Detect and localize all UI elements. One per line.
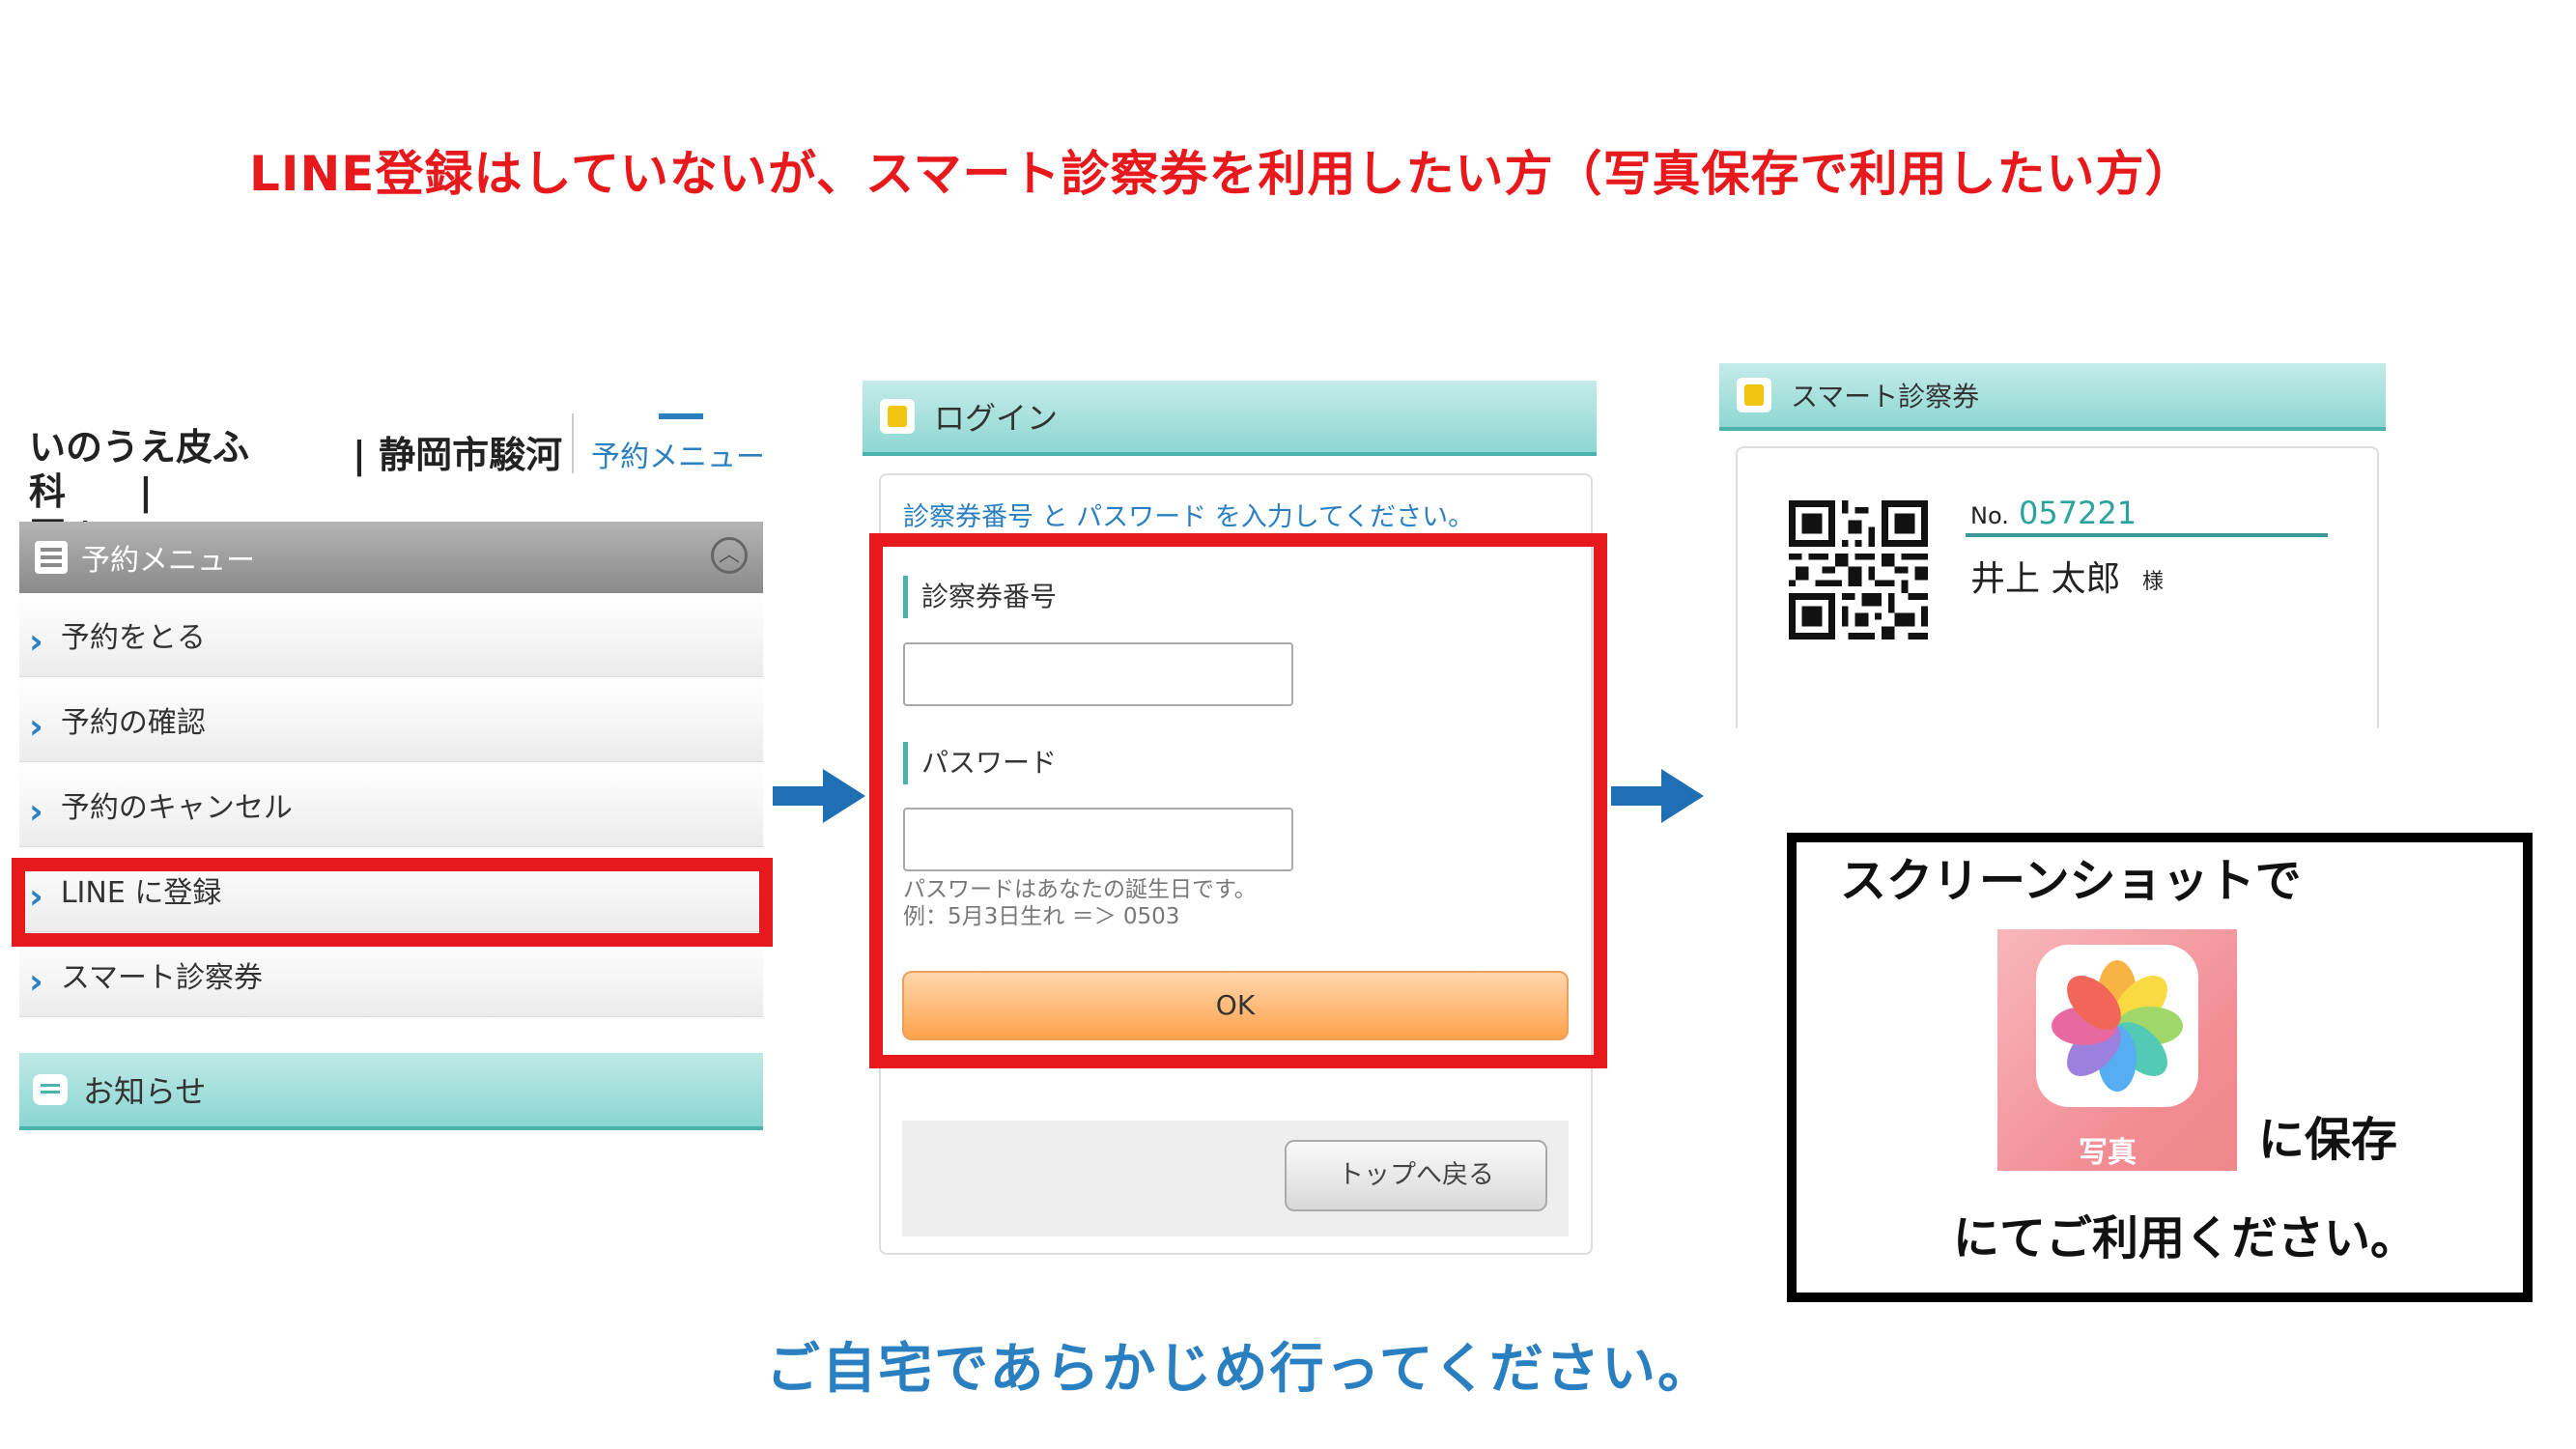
menu-item-cancel-reservation[interactable]: › 予約のキャンセル	[19, 763, 763, 847]
cube-icon	[1737, 378, 1771, 412]
reservation-menu-link[interactable]: 予約メニュー	[591, 433, 765, 475]
chevron-right-icon: ›	[29, 621, 43, 662]
screenshot-instruction: スクリーンショットで	[1840, 854, 2302, 908]
usage-instruction: にてご利用ください。	[1953, 1211, 2418, 1265]
save-to-photos-text: に保存	[2258, 1113, 2398, 1167]
smart-card-header: スマート診察券	[1719, 363, 2386, 431]
cube-icon	[880, 399, 915, 434]
news-header[interactable]: お知らせ	[19, 1053, 763, 1130]
list-icon	[35, 541, 68, 574]
login-instruction: 診察券番号 と パスワード を入力してください。	[903, 502, 1475, 532]
patient-honorific: 様	[2142, 570, 2165, 594]
clinic-name-line1: いのうえ皮ふ科 |	[29, 426, 250, 513]
photos-app-label: 写真	[2079, 1136, 2137, 1170]
smart-card-title: スマート診察券	[1791, 381, 1980, 412]
photos-flower-icon	[2052, 960, 2183, 1092]
chevron-right-icon: ›	[29, 791, 43, 832]
menu-item-make-reservation[interactable]: › 予約をとる	[19, 593, 763, 677]
chevron-right-icon: ›	[29, 706, 43, 747]
card-number-value: 057221	[2019, 495, 2137, 531]
bottom-note: ご自宅であらかじめ行ってください。	[766, 1338, 1713, 1401]
chevron-right-icon: ›	[29, 961, 43, 1002]
reservation-menu-header[interactable]: 予約メニュー ︿	[19, 522, 763, 593]
menu-item-label: スマート診察券	[60, 961, 263, 995]
menu-item-label: 予約のキャンセル	[60, 791, 293, 825]
line-register-highlight	[12, 858, 773, 947]
menu-item-check-reservation[interactable]: › 予約の確認	[19, 678, 763, 762]
patient-name: 井上 太郎	[1970, 559, 2121, 599]
reservation-menu-title: 予約メニュー	[81, 544, 255, 578]
back-to-top-button[interactable]: トップへ戻る	[1285, 1140, 1547, 1211]
photos-app-icon	[2036, 945, 2198, 1107]
card-divider	[1966, 533, 2328, 537]
collapse-icon[interactable]: ︿	[711, 537, 748, 574]
card-number-prefix: No.	[1970, 502, 2009, 529]
page-heading: LINE登録はしていないが、スマート診察券を利用したい方（写真保存で利用したい方…	[249, 146, 2194, 202]
menu-item-label: 予約をとる	[60, 621, 206, 655]
login-header: ログイン	[863, 381, 1597, 456]
login-form-highlight	[869, 533, 1607, 1068]
login-title: ログイン	[934, 400, 1059, 437]
qr-code-icon	[1789, 500, 1928, 639]
menu-item-label: 予約の確認	[60, 706, 206, 740]
menu-indicator-bar	[659, 413, 703, 419]
clinic-city: | 静岡市駿河	[353, 434, 563, 476]
arrow-right-icon	[773, 769, 865, 823]
arrow-right-icon	[1611, 769, 1704, 823]
chat-bubble-icon	[33, 1074, 68, 1105]
news-header-label: お知らせ	[83, 1073, 207, 1110]
header-divider	[572, 413, 574, 473]
